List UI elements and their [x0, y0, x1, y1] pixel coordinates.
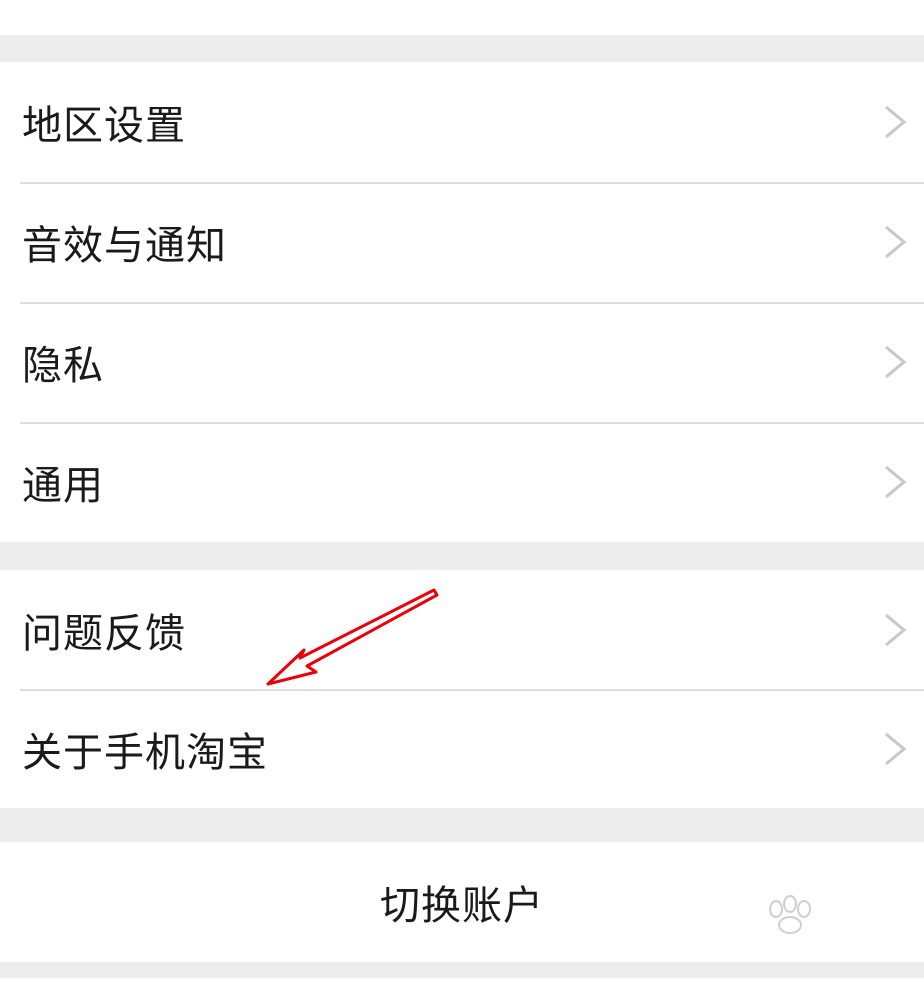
settings-group-general: 地区设置 音效与通知 隐私 通用 [0, 62, 924, 542]
settings-item-about-taobao[interactable]: 关于手机淘宝 [0, 689, 924, 808]
settings-page: 地区设置 音效与通知 隐私 通用 问题反馈 关于手机淘宝 切换账户 [0, 0, 924, 1000]
settings-item-label: 通用 [22, 463, 104, 509]
chevron-right-icon [885, 465, 907, 499]
chevron-right-icon [885, 345, 907, 379]
settings-item-privacy[interactable]: 隐私 [0, 302, 924, 422]
bottom-list-edge [0, 978, 924, 1000]
baidu-jingyan-watermark [700, 895, 920, 980]
settings-item-label: 隐私 [22, 343, 104, 389]
settings-item-region[interactable]: 地区设置 [0, 62, 924, 182]
chevron-right-icon [885, 225, 907, 259]
chevron-right-icon [885, 105, 907, 139]
chevron-right-icon [885, 732, 907, 765]
settings-item-label: 地区设置 [22, 103, 186, 149]
settings-item-label: 音效与通知 [22, 223, 227, 269]
settings-item-feedback[interactable]: 问题反馈 [0, 570, 924, 689]
settings-item-sound-notification[interactable]: 音效与通知 [0, 182, 924, 302]
top-list-edge [0, 0, 924, 35]
settings-item-label: 关于手机淘宝 [22, 729, 268, 776]
settings-group-support: 问题反馈 关于手机淘宝 [0, 570, 924, 808]
paw-logo-icon [769, 895, 811, 934]
chevron-right-icon [885, 613, 907, 646]
settings-item-label: 问题反馈 [22, 610, 186, 657]
settings-item-general[interactable]: 通用 [0, 422, 924, 542]
